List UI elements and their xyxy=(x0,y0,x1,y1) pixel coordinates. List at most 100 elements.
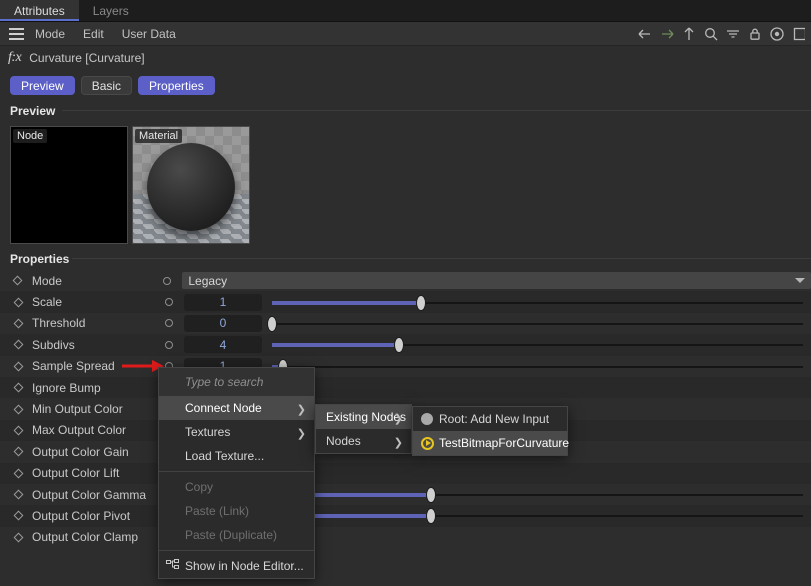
properties-section-title: Properties xyxy=(10,252,70,266)
diamond-icon[interactable] xyxy=(10,318,26,329)
threshold-value-field[interactable]: 0 xyxy=(184,314,262,332)
subdivs-value-field[interactable]: 4 xyxy=(184,336,262,354)
menu-user-data[interactable]: User Data xyxy=(113,22,185,46)
property-label: Output Color Lift xyxy=(32,466,120,481)
connector-circle-icon[interactable] xyxy=(162,338,176,352)
search-icon[interactable] xyxy=(701,23,721,45)
connector-circle-icon[interactable] xyxy=(161,274,175,288)
menu-item-show-in-node-editor[interactable]: Show in Node Editor... xyxy=(159,554,314,578)
diamond-icon[interactable] xyxy=(10,446,26,457)
menu-search-placeholder: Type to search xyxy=(185,375,264,389)
menu-search-input[interactable]: Type to search xyxy=(159,368,314,396)
menu-item-connect-node-label: Connect Node xyxy=(185,401,262,415)
property-label: Mode xyxy=(31,273,62,288)
preview-section-title: Preview xyxy=(10,104,56,118)
sample-spread-slider[interactable] xyxy=(272,358,803,375)
table-row: Ignore Bump xyxy=(0,376,811,399)
material-sphere xyxy=(147,143,235,232)
preview-material-thumbnail[interactable]: Material xyxy=(132,126,250,244)
mode-dropdown[interactable]: Legacy xyxy=(182,272,811,290)
diamond-icon[interactable] xyxy=(10,297,26,308)
node-list-item-root-add-new-input[interactable]: Root: Add New Input xyxy=(413,407,567,431)
forward-arrow-icon[interactable] xyxy=(657,23,677,45)
scale-slider[interactable] xyxy=(272,294,803,311)
menu-mode-label: Mode xyxy=(35,26,66,41)
pivot-slider[interactable] xyxy=(272,507,803,524)
connector-circle-icon[interactable] xyxy=(162,295,176,309)
slider-handle[interactable] xyxy=(416,295,425,310)
menu-divider xyxy=(159,471,314,472)
context-menu: Type to search Connect Node ❯ Textures ❯… xyxy=(158,367,315,579)
chevron-right-icon: ❯ xyxy=(296,404,306,416)
menu-item-load-texture-label: Load Texture... xyxy=(185,449,265,463)
toggle-properties-label: Properties xyxy=(149,78,204,93)
toggle-preview[interactable]: Preview xyxy=(10,76,75,95)
target-icon[interactable] xyxy=(767,23,787,45)
gamma-slider[interactable] xyxy=(272,486,803,503)
hamburger-menu-icon[interactable] xyxy=(0,22,26,46)
existing-nodes-submenu: Root: Add New Input TestBitmapForCurvatu… xyxy=(412,406,569,456)
menu-item-load-texture[interactable]: Load Texture... xyxy=(159,444,314,468)
up-arrow-icon[interactable] xyxy=(679,23,699,45)
menu-edit[interactable]: Edit xyxy=(74,22,113,46)
preview-section-divider xyxy=(62,110,811,111)
scale-value: 1 xyxy=(219,295,227,310)
node-header: f:x Curvature [Curvature] xyxy=(0,46,811,70)
connector-circle-icon[interactable] xyxy=(162,316,176,330)
slider-handle[interactable] xyxy=(268,316,276,331)
diamond-icon[interactable] xyxy=(10,425,26,436)
play-circle-icon xyxy=(419,435,435,451)
node-list-item-root-label: Root: Add New Input xyxy=(439,412,550,426)
property-label: Scale xyxy=(32,295,63,310)
diamond-icon[interactable] xyxy=(10,511,26,521)
preview-material-label: Material xyxy=(135,129,183,143)
diamond-icon[interactable] xyxy=(10,382,26,393)
toggle-properties[interactable]: Properties xyxy=(138,76,215,95)
property-label: Subdivs xyxy=(32,337,75,352)
back-arrow-icon[interactable] xyxy=(635,23,655,45)
slider-handle[interactable] xyxy=(427,488,436,503)
page-title: Curvature [Curvature] xyxy=(29,51,145,65)
table-row: Mode Legacy xyxy=(0,270,811,292)
preview-node-label: Node xyxy=(13,129,48,143)
slider-track xyxy=(272,365,803,368)
table-row: Subdivs 4 xyxy=(0,334,811,356)
diamond-icon[interactable] xyxy=(10,404,26,414)
node-list-item-testbitmapforcurvature[interactable]: TestBitmapForCurvature xyxy=(413,431,569,455)
submenu-item-nodes[interactable]: Nodes ❯ xyxy=(316,429,411,453)
menu-mode[interactable]: Mode xyxy=(26,22,74,46)
diamond-icon[interactable] xyxy=(10,339,26,350)
threshold-value: 0 xyxy=(219,316,227,331)
node-section-toggles: Preview Basic Properties xyxy=(10,76,215,95)
diamond-icon[interactable] xyxy=(10,361,26,372)
tab-layers[interactable]: Layers xyxy=(79,0,143,21)
filter-icon[interactable] xyxy=(723,23,743,45)
preview-node-thumbnail[interactable]: Node xyxy=(10,126,128,244)
lock-icon[interactable] xyxy=(745,23,765,45)
menu-item-textures-label: Textures xyxy=(185,425,231,439)
menu-item-connect-node[interactable]: Connect Node ❯ xyxy=(159,396,314,420)
diamond-icon[interactable] xyxy=(10,275,26,286)
slider-handle[interactable] xyxy=(427,509,436,524)
submenu-item-existing-nodes[interactable]: Existing Nodes ❯ xyxy=(316,405,411,429)
diamond-icon[interactable] xyxy=(10,532,26,543)
chevron-down-icon xyxy=(795,278,806,284)
toolbar-icons xyxy=(635,22,811,46)
panel-icon[interactable] xyxy=(789,23,809,45)
threshold-slider[interactable] xyxy=(268,315,803,332)
tab-attributes[interactable]: Attributes xyxy=(0,0,79,21)
menu-item-copy: Copy xyxy=(159,475,314,499)
toggle-basic[interactable]: Basic xyxy=(80,76,133,95)
diamond-icon[interactable] xyxy=(10,468,26,479)
menu-item-paste-link-label: Paste (Link) xyxy=(185,504,250,518)
property-label: Min Output Color xyxy=(32,402,123,417)
window-tab-bar: Attributes Layers xyxy=(0,0,811,22)
subdivs-slider[interactable] xyxy=(272,336,803,353)
menu-bar: Mode Edit User Data xyxy=(0,22,811,46)
scale-value-field[interactable]: 1 xyxy=(184,293,262,311)
subdivs-value: 4 xyxy=(219,337,227,352)
toggle-preview-label: Preview xyxy=(21,78,64,93)
menu-item-textures[interactable]: Textures ❯ xyxy=(159,420,314,444)
diamond-icon[interactable] xyxy=(10,489,26,500)
slider-handle[interactable] xyxy=(395,338,404,353)
